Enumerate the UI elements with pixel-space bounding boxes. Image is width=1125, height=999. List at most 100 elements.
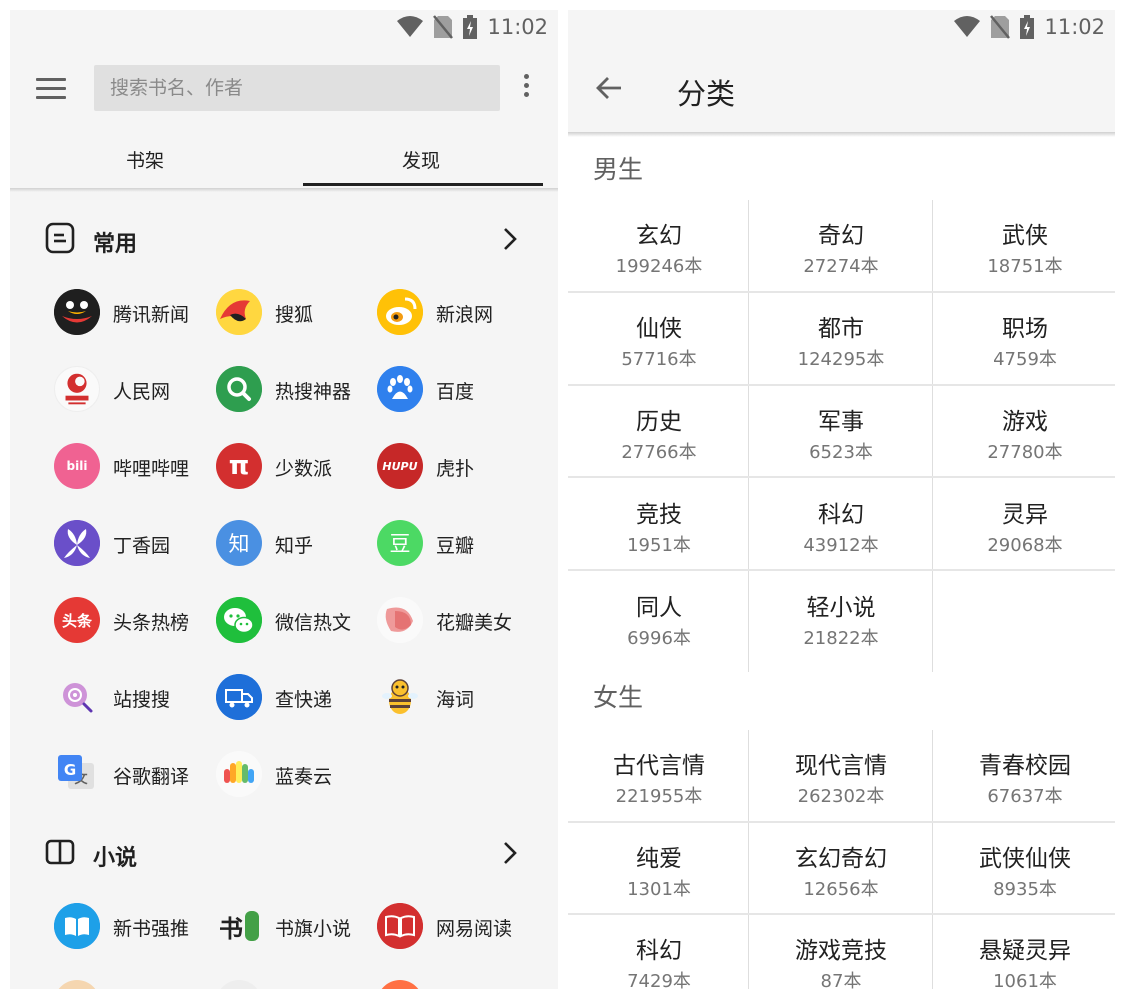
site-douban[interactable]: 豆 豆瓣 [377,518,537,570]
site-dictcn[interactable]: 海词 [377,672,537,724]
site-toutiao[interactable]: 头条 头条热榜 [54,595,214,647]
sspai-logo-text: π [228,451,250,481]
site-label: 查快递 [275,689,333,711]
hamburger-menu-icon[interactable] [36,78,66,100]
category-cell[interactable]: 仙侠 57716本 [568,293,750,385]
site-zhihu[interactable]: 知 知乎 [216,518,376,570]
category-name: 游戏 [1002,409,1048,435]
category-cell[interactable]: 历史 27766本 [568,386,750,478]
site-sina[interactable]: 新浪网 [377,287,537,339]
category-grid-female: 古代言情 221955本 现代言情 262302本 青春校园 67637本 纯爱 130… [568,730,1115,989]
site-label: 哔哩哔哩 [113,458,190,480]
chevron-right-icon[interactable] [499,840,521,866]
site-hot-search[interactable]: 热搜神器 [216,364,376,416]
category-name: 仙侠 [636,316,682,342]
site-hupu[interactable]: HUPU 虎扑 [377,441,537,493]
category-name: 历史 [636,409,682,435]
bookmark-note-icon [45,222,75,254]
site-sspai[interactable]: π 少数派 [216,441,376,493]
hupu-icon: HUPU [377,443,423,489]
site-label: 微信热文 [275,612,352,634]
site-label: 新浪网 [436,304,494,326]
category-name: 现代言情 [795,753,887,779]
category-name: 奇幻 [818,223,864,249]
category-cell[interactable]: 悬疑灵异 1061本 [934,915,1115,989]
category-name: 职场 [1002,316,1048,342]
category-cell[interactable]: 科幻 7429本 [568,915,750,989]
category-name: 青春校园 [979,753,1071,779]
category-name: 武侠 [1002,223,1048,249]
section-header-novel[interactable]: 小说 [10,834,558,874]
site-new-books[interactable]: 新书强推 [54,901,214,953]
toutiao-icon: 头条 [54,597,100,643]
douban-logo-text: 豆 [389,532,411,556]
site-huaban[interactable]: 花瓣美女 [377,595,537,647]
site-shuqi[interactable]: 书 书旗小说 [216,901,376,953]
category-cell[interactable]: 竞技 1951本 [568,479,750,571]
status-bar: 11:02 [10,10,558,44]
category-cell[interactable]: 武侠 18751本 [934,200,1115,292]
category-cell[interactable]: 纯爱 1301本 [568,823,750,915]
category-cell[interactable]: 同人 6996本 [568,572,750,664]
category-cell[interactable]: 游戏竞技 87本 [750,915,932,989]
tab-bar-divider [10,188,558,192]
site-baidu[interactable]: 百度 [377,364,537,416]
tencent-penguin-icon [54,289,100,335]
people-daily-icon [54,366,100,412]
site-partial-1[interactable] [54,980,100,989]
tab-bar: 书架 发现 [10,130,558,188]
tab-discover[interactable]: 发现 [402,146,440,173]
category-cell[interactable]: 玄幻奇幻 12656本 [750,823,932,915]
section-header-common[interactable]: 常用 [10,220,558,260]
category-count: 1301本 [627,879,691,900]
site-label: 丁香园 [113,535,171,557]
more-options-icon[interactable] [521,74,531,104]
category-cell[interactable]: 古代言情 221955本 [568,730,750,822]
site-kuaidi[interactable]: 查快递 [216,672,376,724]
site-dxy[interactable]: 丁香园 [54,518,214,570]
category-cell[interactable]: 军事 6523本 [750,386,932,478]
toutiao-logo-text: 头条 [61,611,92,630]
category-cell[interactable]: 青春校园 67637本 [934,730,1115,822]
search-input[interactable] [94,65,500,111]
site-wechat[interactable]: 微信热文 [216,595,376,647]
rainbow-cloud-icon [216,751,262,797]
site-partial-2[interactable] [216,980,262,989]
pi-icon: π [216,443,262,489]
site-netease-read[interactable]: 网易阅读 [377,901,537,953]
category-cell[interactable]: 灵异 29068本 [934,479,1115,571]
back-arrow-icon[interactable] [594,73,624,103]
site-zhansousou[interactable]: 站搜搜 [54,672,214,724]
category-count: 124295本 [797,349,885,370]
category-cell[interactable]: 奇幻 27274本 [750,200,932,292]
category-cell[interactable]: 现代言情 262302本 [750,730,932,822]
status-bar: 11:02 [568,10,1115,44]
chevron-right-icon[interactable] [499,226,521,252]
site-google-translate[interactable]: 文G 谷歌翻译 [54,749,214,801]
site-tencent-news[interactable]: 腾讯新闻 [54,287,214,339]
category-name: 轻小说 [806,595,876,621]
site-label: 豆瓣 [436,535,475,557]
category-cell[interactable]: 玄幻 199246本 [568,200,750,292]
category-cell[interactable]: 武侠仙侠 8935本 [934,823,1115,915]
petal-icon [377,597,423,643]
category-name: 灵异 [1002,502,1048,528]
tab-bookshelf[interactable]: 书架 [126,146,164,173]
delivery-truck-icon [216,674,262,720]
site-sohu[interactable]: 搜狐 [216,287,376,339]
category-count: 57716本 [621,349,697,370]
site-label: 搜狐 [275,304,314,326]
site-bilibili[interactable]: bili 哔哩哔哩 [54,441,214,493]
category-cell[interactable]: 科幻 43912本 [750,479,932,571]
site-people[interactable]: 人民网 [54,364,214,416]
category-cell[interactable]: 游戏 27780本 [934,386,1115,478]
category-cell[interactable]: 职场 4759本 [934,293,1115,385]
grid-divider [932,200,933,672]
category-name: 科幻 [818,502,864,528]
site-lanzou[interactable]: 蓝奏云 [216,749,376,801]
category-cell[interactable]: 轻小说 21822本 [750,572,932,664]
site-partial-3[interactable] [377,980,423,989]
category-cell[interactable]: 都市 124295本 [750,293,932,385]
category-name: 纯爱 [636,846,682,872]
site-label: 腾讯新闻 [113,304,190,326]
